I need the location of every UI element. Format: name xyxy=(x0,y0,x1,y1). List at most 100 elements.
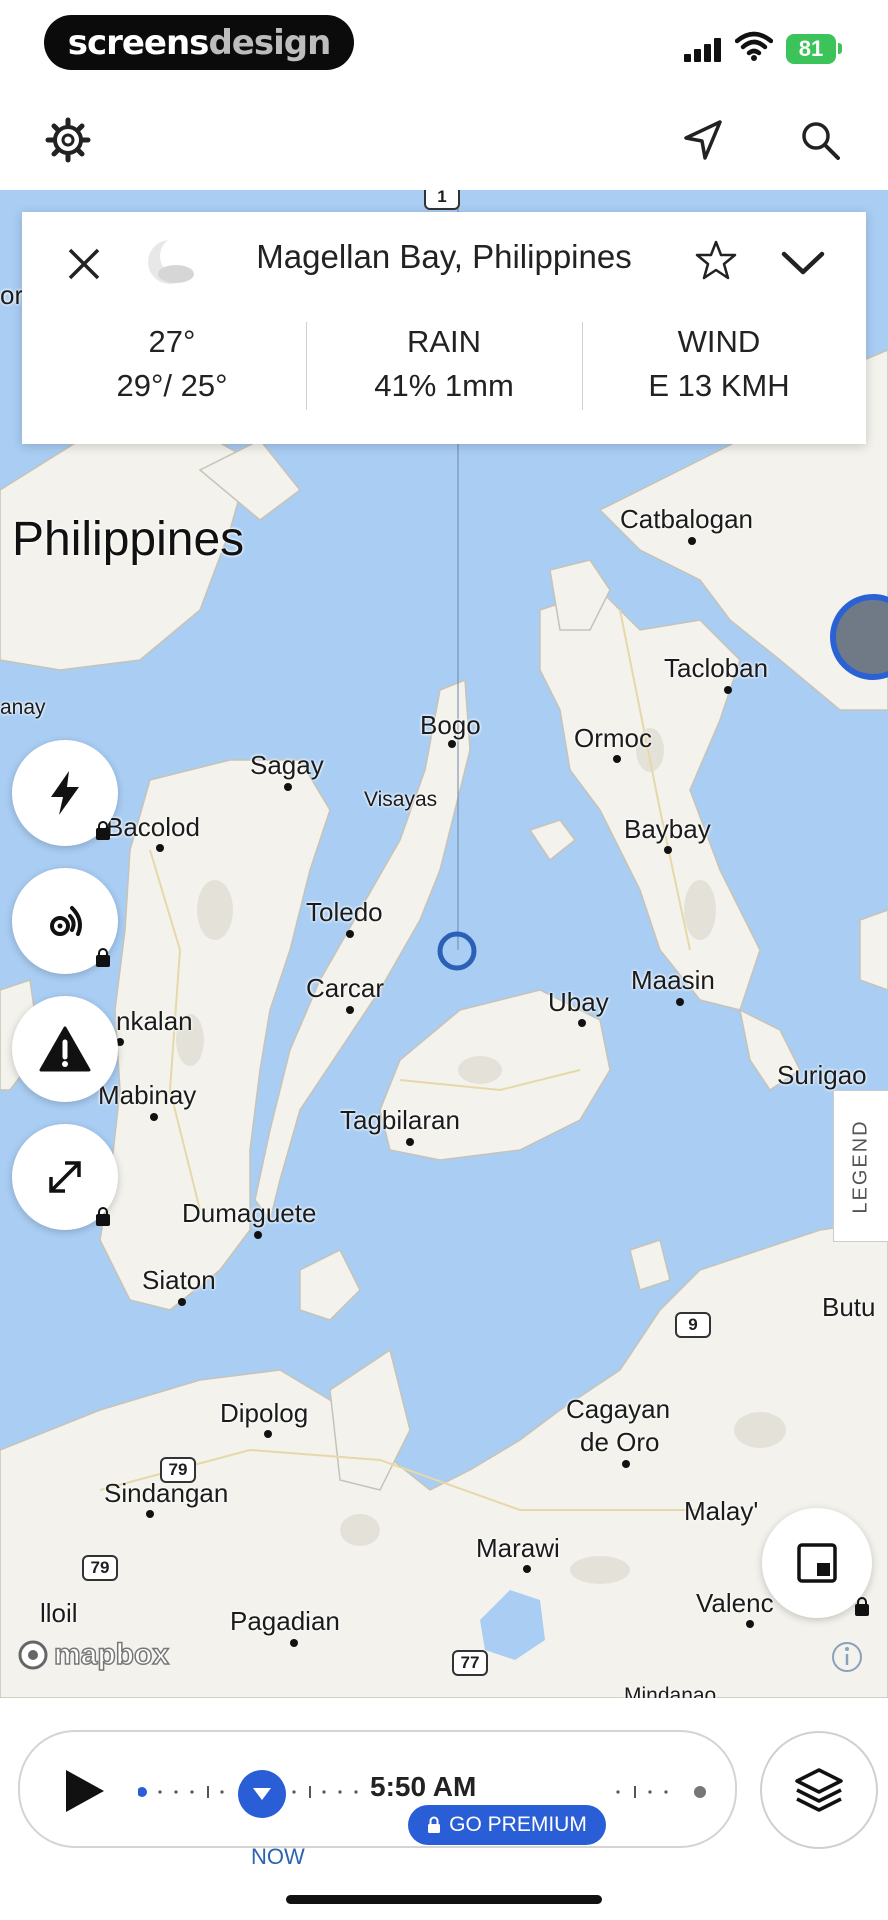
city-dot xyxy=(578,1019,586,1027)
rain-column: RAIN 41% 1mm xyxy=(309,320,579,408)
city-dot xyxy=(406,1138,414,1146)
lightning-icon xyxy=(51,771,79,815)
status-bar: screens design 81 xyxy=(0,0,888,90)
map-label: Ubay xyxy=(548,987,609,1017)
city-dot xyxy=(346,930,354,938)
map-label: Catbalogan xyxy=(620,504,753,534)
expand-arrows-icon xyxy=(49,1161,81,1193)
lock-icon xyxy=(96,1207,110,1226)
map-label: de Oro xyxy=(580,1427,660,1457)
road-shield: 9 xyxy=(675,1312,711,1338)
layers-icon xyxy=(795,1768,843,1812)
map-label: Ormoc xyxy=(574,723,652,753)
city-dot xyxy=(622,1460,630,1468)
city-dot xyxy=(346,1006,354,1014)
map-label: Valenc xyxy=(696,1588,774,1618)
map-label: Mabinay xyxy=(98,1080,197,1110)
city-dot xyxy=(156,844,164,852)
mapbox-attribution[interactable]: mapbox xyxy=(18,1637,170,1672)
map-label: anay xyxy=(0,696,46,719)
map-label: Marawi xyxy=(476,1533,560,1563)
map-label: Siaton xyxy=(142,1265,216,1295)
map-label: Sindangan xyxy=(104,1478,229,1508)
go-premium-label: GO PREMIUM xyxy=(449,1813,587,1836)
brand-part2: design xyxy=(208,22,331,63)
map-label: Pagadian xyxy=(230,1606,340,1636)
divider xyxy=(306,322,307,410)
map-label: Cagayan xyxy=(566,1394,671,1424)
location-weather-card: Magellan Bay, Philippines 27° 29°/ 25° R… xyxy=(22,212,866,444)
city-dot xyxy=(613,755,621,763)
map-label: Bacolod xyxy=(106,812,200,842)
triangle-down-icon xyxy=(253,1788,271,1800)
mapbox-logo-icon xyxy=(18,1640,48,1670)
battery-tip xyxy=(838,43,842,54)
road-shield: 77 xyxy=(452,1650,488,1676)
settings-button[interactable] xyxy=(38,110,98,170)
search-icon xyxy=(802,122,840,160)
wind-value: E 13 KMH xyxy=(648,368,790,403)
map-label: Malay' xyxy=(684,1496,759,1526)
divider xyxy=(582,322,583,410)
city-dot xyxy=(724,686,732,694)
map-label: Toledo xyxy=(306,897,383,927)
city-dot xyxy=(664,846,672,854)
timeline-bar: 5:50 AM NOW GO PREMIUM xyxy=(0,1698,888,1920)
city-dot xyxy=(746,1620,754,1628)
rain-label: RAIN xyxy=(406,324,482,359)
radar-icon xyxy=(50,906,82,936)
timeline-handle[interactable] xyxy=(238,1770,286,1818)
legend-tab[interactable]: LEGEND xyxy=(833,1090,888,1242)
map-label: Carcar xyxy=(306,973,385,1003)
star-icon xyxy=(695,240,737,280)
map-country-label: Philippines xyxy=(12,513,245,566)
city-dot xyxy=(178,1298,186,1306)
favorite-button[interactable] xyxy=(694,238,742,286)
pip-icon xyxy=(797,1543,837,1583)
wifi-icon xyxy=(735,31,773,61)
timeline-scrubber[interactable]: 5:50 AM NOW GO PREMIUM xyxy=(18,1730,737,1869)
road-shield: 1 xyxy=(424,190,460,210)
city-dot xyxy=(448,740,456,748)
map-label: Butu xyxy=(822,1292,876,1322)
map-label: Baybay xyxy=(624,814,711,844)
go-premium-button[interactable]: GO PREMIUM xyxy=(408,1805,606,1845)
info-icon[interactable] xyxy=(830,1640,864,1674)
brand-part1: screens xyxy=(67,22,210,63)
play-button[interactable] xyxy=(64,1768,106,1814)
search-button[interactable] xyxy=(790,110,850,170)
wind-column: WIND E 13 KMH xyxy=(584,320,854,408)
alerts-layer-button[interactable] xyxy=(12,996,118,1102)
temp-current: 27° xyxy=(148,324,196,359)
legend-label: LEGEND xyxy=(850,1118,872,1214)
chevron-down-icon xyxy=(781,251,825,275)
lock-icon xyxy=(96,948,110,967)
current-time: 5:50 AM xyxy=(370,1771,477,1802)
map-label: Mindanao xyxy=(624,1684,717,1698)
map-label: Maasin xyxy=(631,965,715,995)
city-dot xyxy=(290,1639,298,1647)
picture-in-picture-button[interactable] xyxy=(762,1508,872,1618)
locate-button[interactable] xyxy=(672,110,732,170)
battery-indicator: 81 xyxy=(786,34,836,64)
city-dot xyxy=(523,1565,531,1573)
city-dot xyxy=(254,1231,262,1239)
map-label: lloil xyxy=(40,1598,78,1628)
map-label: Sagay xyxy=(250,750,324,780)
now-label: NOW xyxy=(251,1844,305,1869)
lock-icon xyxy=(428,1816,441,1833)
lock-icon xyxy=(96,821,110,840)
temp-range: 29°/ 25° xyxy=(116,368,228,403)
expand-card-button[interactable] xyxy=(778,238,828,288)
home-indicator[interactable] xyxy=(286,1895,602,1904)
brand-logo: screens design xyxy=(44,15,354,70)
city-dot xyxy=(150,1113,158,1121)
city-dot xyxy=(688,537,696,545)
layers-button[interactable] xyxy=(760,1731,878,1849)
map-label: Bogo xyxy=(420,710,481,740)
map-label: Dipolog xyxy=(220,1398,309,1428)
map-label: or xyxy=(0,280,24,310)
road-shield: 79 xyxy=(82,1555,118,1581)
map-label: Tagbilaran xyxy=(340,1105,460,1135)
city-dot xyxy=(264,1430,272,1438)
